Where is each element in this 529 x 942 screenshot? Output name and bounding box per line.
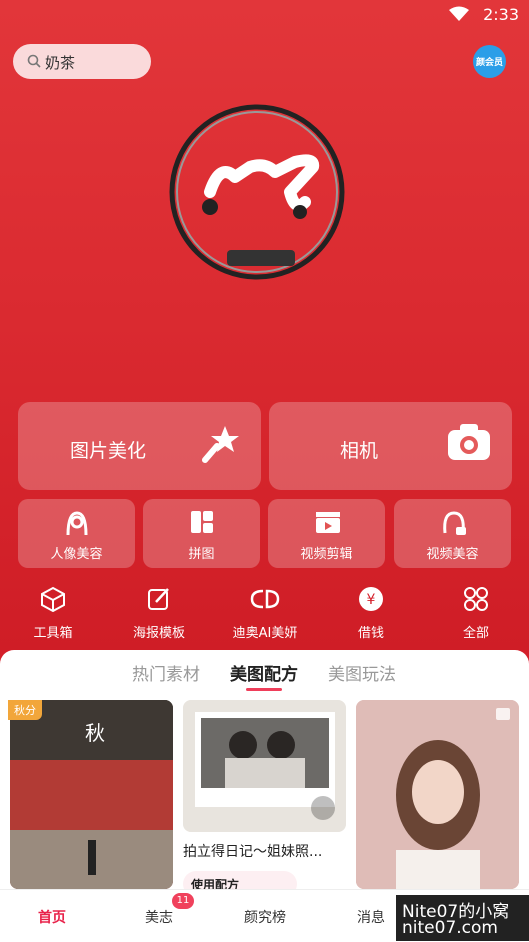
search-icon [27,54,41,68]
brand-logo-art [169,104,345,280]
camera-label: 相机 [339,440,378,462]
status-bar: 2:33 [0,0,529,30]
poster-template-label: 海报模板 [132,626,185,641]
nav-messages[interactable]: 消息 [357,907,385,927]
video-beauty-label: 视频美容 [426,547,479,562]
watermark-line-2: nite07.com [402,918,498,938]
portrait-beauty-label: 人像美容 [50,547,103,562]
photo-beautify-tile[interactable]: 图片美化 [18,402,261,490]
poster-template-button[interactable]: 海报模板 [106,584,212,641]
nav-home[interactable]: 首页 [38,907,66,927]
dior-ai-label: 迪奥AI美妍 [232,626,298,641]
portrait-icon [66,511,88,536]
autumn-tag: 秋分 [8,700,42,720]
edit-icon [148,588,169,610]
collage-tile[interactable]: 拼图 [143,499,260,568]
autumn-photo: 秋 [10,700,173,889]
camera-tile[interactable]: 相机 [269,402,512,490]
nav-ranking[interactable]: 颜究榜 [244,907,286,927]
face-video-icon [443,511,466,535]
tab-play[interactable]: 美图玩法 [328,660,396,685]
dior-ai-button[interactable]: 迪奥AI美妍 [212,584,318,641]
collage-icon [191,511,213,533]
search-bar[interactable]: 奶茶 [13,44,151,79]
toolbox-label: 工具箱 [33,626,73,641]
feed-card-autumn[interactable]: 秋 [10,700,173,889]
wifi-icon [449,6,469,21]
polaroid-caption: 拍立得日记～姐妹照... [183,844,323,860]
tab-hot-materials[interactable]: 热门素材 [132,660,200,685]
toolbox-button[interactable]: 工具箱 [0,584,106,641]
all-tools-label: 全部 [462,626,489,641]
yen-coin-icon: ¥ [359,587,383,611]
all-tools-button[interactable]: 全部 [423,584,529,641]
polaroid-photo [183,700,346,832]
photo-beautify-label: 图片美化 [69,440,146,462]
video-beauty-tile[interactable]: 视频美容 [394,499,511,568]
nav-notification-badge: 11 [172,893,194,909]
borrow-money-label: 借钱 [357,626,384,641]
vip-avatar-label: 颜会员 [475,58,503,68]
magic-wand-icon [202,426,239,463]
status-time: 2:33 [483,5,519,24]
svg-text:¥: ¥ [367,592,376,608]
camera-icon [448,424,490,460]
clapperboard-icon [316,512,340,533]
vip-avatar[interactable]: 颜会员 [473,45,506,78]
grid-clover-icon [464,587,488,611]
cube-icon [41,586,65,612]
tab-recipes[interactable]: 美图配方 [230,660,298,685]
svg-text:秋: 秋 [85,721,105,745]
active-tab-indicator [246,688,282,691]
nav-meizhi[interactable]: 美志 [145,907,173,927]
video-edit-tile[interactable]: 视频剪辑 [268,499,385,568]
collage-label: 拼图 [188,547,215,562]
portrait-beauty-tile[interactable]: 人像美容 [18,499,135,568]
cd-logo-icon [250,589,280,609]
search-query: 奶茶 [45,54,76,72]
feed-card-polaroid[interactable] [183,700,346,832]
video-edit-label: 视频剪辑 [300,547,353,562]
portrait-photo [356,700,519,889]
feed-card-portrait[interactable] [356,700,519,889]
borrow-money-button[interactable]: ¥ 借钱 [318,584,424,641]
watermark-overlay: Nite07的小窝 nite07.com [396,895,529,941]
